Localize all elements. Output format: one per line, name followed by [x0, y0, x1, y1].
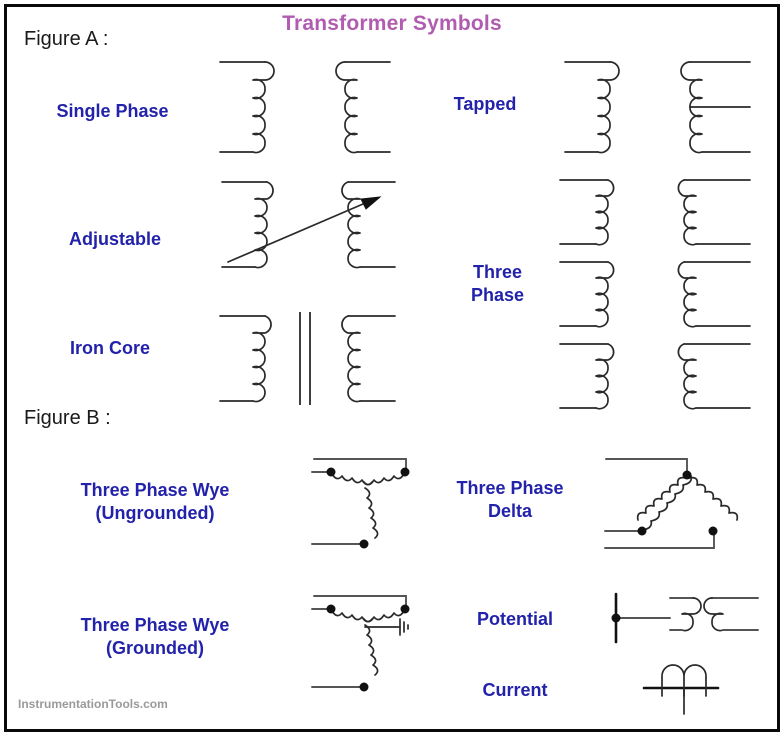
symbol-current-transformer — [642, 664, 720, 715]
watermark: InstrumentationTools.com — [18, 697, 168, 711]
wye-terminal-dot — [326, 467, 336, 477]
label-adjustable: Adjustable — [68, 229, 161, 249]
symbol-potential-transformer — [611, 592, 759, 644]
three-phase-stack-3 — [559, 343, 751, 410]
adjustable-arrow — [227, 196, 382, 263]
iron-core-lines — [299, 312, 311, 405]
label-three-phase-line2: Phase — [470, 285, 525, 306]
symbol-delta — [604, 458, 739, 549]
label-three-phase: Three Phase — [430, 261, 565, 307]
delta-terminal-dot — [682, 470, 692, 480]
ground-icon — [364, 618, 409, 636]
label-iron-core: Iron Core — [69, 338, 150, 358]
wye-terminal-dot — [400, 604, 410, 614]
wye-terminal-dot — [359, 539, 369, 549]
wye-terminal-dot — [400, 467, 410, 477]
figure-b-heading: Figure B : — [24, 407, 111, 429]
label-single-phase: Single Phase — [56, 101, 169, 121]
label-delta: Three Phase Delta — [425, 477, 595, 523]
potential-terminal-dot — [611, 613, 621, 623]
symbol-three-phase — [559, 179, 751, 410]
label-tapped: Tapped — [453, 94, 517, 114]
label-wye-ungrounded: Three Phase Wye (Ungrounded) — [10, 479, 300, 525]
label-wye-grounded: Three Phase Wye (Grounded) — [10, 614, 300, 660]
wye-terminal-dot — [326, 604, 336, 614]
label-wye-grounded-line1: Three Phase Wye — [80, 615, 230, 635]
symbol-iron-core — [219, 312, 396, 405]
label-wye-ungrounded-line1: Three Phase Wye — [80, 480, 230, 500]
three-phase-stack-1 — [559, 179, 751, 246]
label-current: Current — [482, 680, 548, 700]
label-delta-line2: Delta — [487, 501, 532, 522]
label-delta-line1: Three Phase — [456, 478, 564, 498]
label-wye-grounded-line2: (Grounded) — [106, 638, 204, 659]
symbol-wye-grounded — [311, 595, 410, 692]
symbol-single-phase — [219, 61, 391, 154]
label-wye-ungrounded-line2: (Ungrounded) — [95, 503, 215, 524]
diagram-page: Transformer Symbols Figure A : Figure B … — [0, 0, 784, 744]
symbol-tapped — [564, 61, 751, 154]
symbol-adjustable — [221, 181, 396, 269]
delta-terminal-dot — [637, 526, 647, 536]
three-phase-stack-2 — [559, 261, 751, 328]
delta-terminal-dot — [708, 526, 718, 536]
label-three-phase-line1: Three — [472, 262, 523, 282]
label-potential: Potential — [476, 609, 553, 629]
wye-terminal-dot — [359, 682, 369, 692]
symbol-wye-ungrounded — [311, 458, 410, 549]
page-title: Transformer Symbols — [282, 12, 502, 35]
figure-a-heading: Figure A : — [24, 28, 109, 50]
